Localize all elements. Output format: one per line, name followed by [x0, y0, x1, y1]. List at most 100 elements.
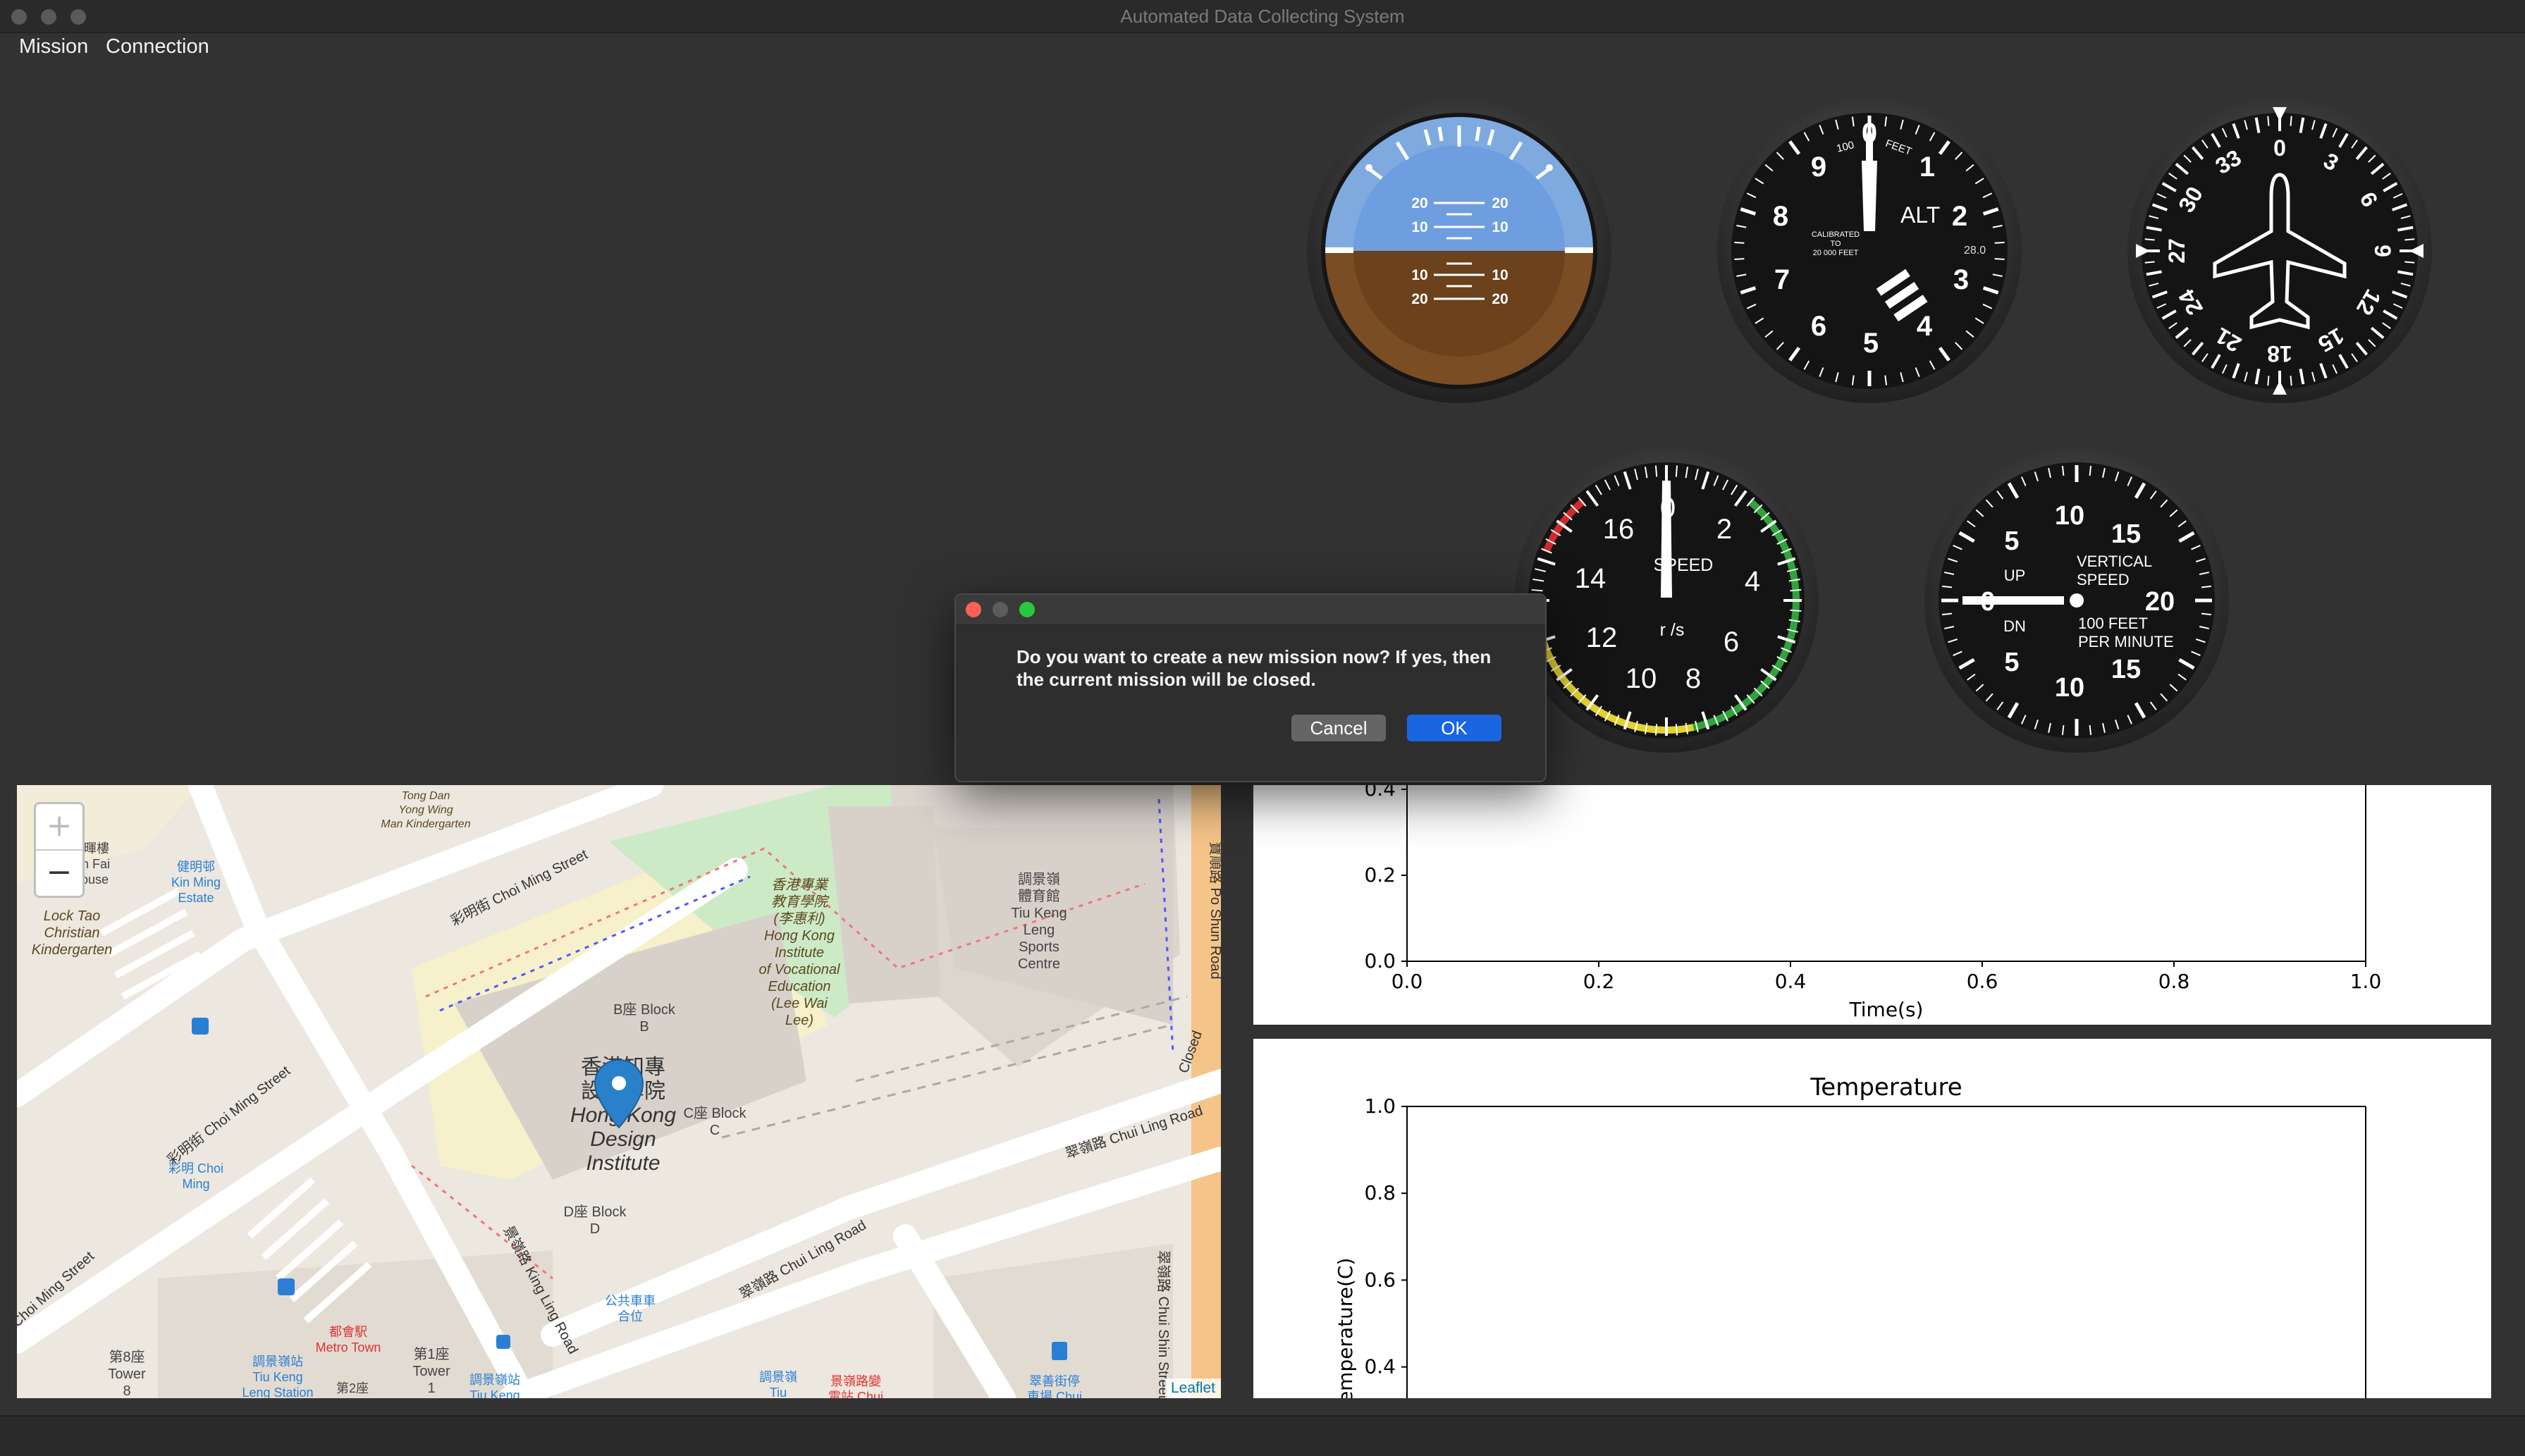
dialog-zoom-button[interactable]: [1019, 602, 1035, 617]
map-place-label: Institute: [586, 1152, 660, 1175]
new-mission-dialog: Do you want to create a new mission now?…: [954, 593, 1547, 782]
map-place-label: Metro Town: [316, 1340, 381, 1355]
zoom-control: + −: [34, 802, 85, 898]
pitch-label: 20: [1492, 291, 1508, 307]
street-label: 翠嶺路 Chui Shin Street: [1155, 1250, 1172, 1398]
pitch-label: 20: [1411, 291, 1427, 307]
map-place-label: 第1座: [413, 1346, 449, 1362]
window-titlebar: Automated Data Collecting System: [0, 0, 2525, 33]
vsi-number: 20: [2145, 587, 2175, 617]
x-tick-label: 0.8: [2158, 970, 2190, 993]
map-place-label: (Lee Wai: [771, 996, 828, 1011]
altimeter-number: 2: [1952, 201, 1967, 232]
airspeed-needle: [1661, 481, 1672, 598]
y-axis-label: Temperature(C): [1334, 1258, 1357, 1398]
map-place-label: Christian: [44, 925, 100, 941]
map-place-label: 第2座: [336, 1381, 369, 1395]
vsi-number: 5: [2004, 648, 2019, 677]
map-place-label: 翠善街停: [1029, 1374, 1080, 1388]
y-tick-label: 0.4: [1364, 785, 1396, 801]
dialog-minimize-button[interactable]: [993, 602, 1008, 617]
vsi-dn-label: DN: [2003, 617, 2026, 635]
map-place-label: 電站 Chui: [828, 1390, 883, 1398]
map-place-label: of Vocational: [759, 962, 840, 977]
gauge-tick: [1654, 724, 1658, 736]
gauge-tick: [2404, 238, 2415, 241]
heading-indicator: 0 3691215182124273033: [2127, 99, 2432, 403]
heading-label: 18: [2267, 341, 2292, 366]
y-tick-label: 0.2: [1364, 863, 1396, 887]
map-place-label: Man Kindergarten: [381, 818, 470, 830]
gauge-tick: [2404, 261, 2415, 264]
gauge-tick: [2144, 238, 2155, 241]
altimeter-gauge: 0 1 2 3 4 5 6 7 8 9 ALT FEET 100 CALIBRA…: [1717, 99, 2022, 403]
altimeter-calibrated: CALIBRATED: [1812, 230, 1860, 239]
vsi-up-label: UP: [2004, 567, 2026, 584]
map-place-label: 彩明 Choi: [168, 1161, 223, 1176]
map-place-label: 香港專業: [771, 877, 830, 893]
altimeter-number: 7: [1774, 264, 1790, 295]
map-place-label: 教育學院: [771, 894, 830, 910]
map-place-label: Kin Ming: [171, 875, 221, 889]
y-tick-label: 0.6: [1364, 1268, 1396, 1291]
menu-connection[interactable]: Connection: [106, 35, 209, 58]
map-place-label: Lee): [785, 1013, 813, 1028]
map-place-label: 調景嶺: [759, 1370, 797, 1384]
gauge-tick: [2290, 376, 2292, 386]
gauge-tick: [1654, 465, 1658, 477]
map-place-label: (李惠利): [773, 911, 825, 927]
gauge-tick: [1675, 465, 1678, 477]
x-tick-label: 0.2: [1583, 970, 1615, 993]
map-place-label: D座 Block: [564, 1204, 627, 1220]
altimeter-number: 8: [1773, 201, 1788, 232]
dialog-close-button[interactable]: [966, 602, 981, 617]
zoom-in-button[interactable]: +: [36, 804, 82, 851]
map-place-label: Centre: [1018, 956, 1060, 972]
airspeed-unit: r /s: [1660, 620, 1685, 640]
cancel-button[interactable]: Cancel: [1291, 715, 1386, 741]
map-place-label: 景嶺路變: [830, 1374, 881, 1388]
map-place-label: Leng: [1024, 923, 1055, 938]
altimeter-number: 1: [1919, 152, 1935, 183]
map-place-label: 合位: [618, 1309, 643, 1324]
map-place-label: Tower: [412, 1364, 450, 1379]
ok-button[interactable]: OK: [1407, 715, 1501, 741]
altimeter-number: 3: [1953, 264, 1969, 295]
vsi-number: 15: [2111, 519, 2141, 549]
heading-label: 0: [2273, 135, 2286, 161]
menu-mission[interactable]: Mission: [19, 35, 88, 58]
pitch-label: 10: [1411, 267, 1427, 283]
window-title: Automated Data Collecting System: [1120, 6, 1405, 27]
gauge-tick: [1994, 241, 2005, 244]
zoom-out-button[interactable]: −: [36, 851, 82, 896]
gauge-tick: [1734, 241, 1745, 244]
map-place-label: 8: [123, 1383, 130, 1398]
gauge-tick: [2290, 116, 2292, 126]
map-place-label: Ming: [182, 1177, 209, 1191]
map-view[interactable]: 彩明街 Choi Ming Street 彩明街 Choi Ming Stree…: [17, 785, 1221, 1398]
vsi-number: 15: [2111, 655, 2141, 684]
airspeed-number: 6: [1724, 627, 1739, 658]
map-place-label: C座 Block: [684, 1105, 747, 1121]
heading-label: 27: [2164, 238, 2189, 264]
menu-bar: Mission Connection: [0, 32, 2525, 63]
altimeter-number: 9: [1811, 152, 1826, 183]
map-place-label: Tower: [108, 1366, 146, 1382]
map-place-label: Lock Tao: [44, 908, 100, 924]
map-attribution[interactable]: Leaflet: [1165, 1378, 1221, 1398]
altimeter-pressure: 28.0: [1964, 245, 1986, 257]
altimeter-calibrated: 20 000 FEET: [1813, 249, 1859, 257]
map-place-label: 健明邨: [177, 860, 215, 874]
map-place-label: Tiu Keng: [469, 1388, 520, 1398]
x-tick-label: 0.0: [1391, 970, 1423, 993]
map-place-label: C: [710, 1123, 720, 1138]
heading-label: 9: [2370, 245, 2395, 257]
altimeter-number: 6: [1811, 311, 1826, 342]
map-place-label: Estate: [178, 891, 214, 905]
map-place-label: 公共車車: [605, 1294, 656, 1308]
map-place-label: Tiu Keng: [252, 1370, 302, 1384]
airspeed-number: 12: [1586, 622, 1618, 653]
map-place-label: Kindergarten: [32, 942, 113, 958]
chart-panel-top: 0.0 0.2 0.4 0.0 0.2 0.4 0.6 0.8 1.0 Time(s): [1253, 785, 2491, 1025]
vsi-title: VERTICAL: [2077, 553, 2152, 570]
